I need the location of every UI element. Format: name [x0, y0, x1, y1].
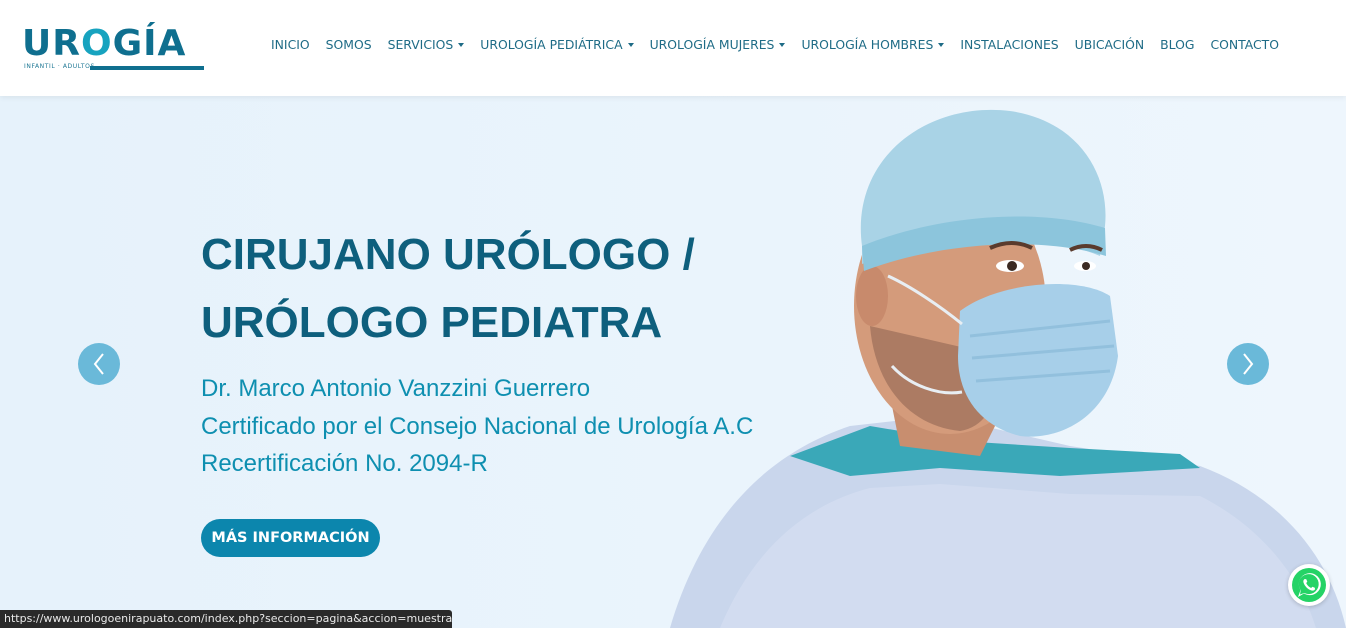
- caret-down-icon: [627, 43, 634, 47]
- hero-headline: CIRUJANO URÓLOGO / URÓLOGO PEDIATRA: [201, 221, 761, 357]
- nav-label: UROLOGÍA MUJERES: [649, 37, 775, 52]
- logo-tagline: INFANTIL · ADULTOS: [24, 63, 95, 70]
- carousel-prev-button[interactable]: [78, 343, 120, 385]
- nav-label: UBICACIÓN: [1074, 37, 1145, 52]
- nav-label: INICIO: [271, 37, 310, 52]
- nav-label: INSTALACIONES: [960, 37, 1059, 52]
- nav-label: UROLOGÍA HOMBRES: [801, 37, 934, 52]
- caret-down-icon: [458, 43, 465, 47]
- doctor-name: Dr. Marco Antonio Vanzzini Guerrero: [201, 375, 591, 402]
- nav-item-ubicacion[interactable]: UBICACIÓN: [1075, 36, 1144, 54]
- recertification-text: Recertificación No. 2094-R: [201, 450, 488, 477]
- hero-slider: CIRUJANO URÓLOGO / URÓLOGO PEDIATRA Dr. …: [0, 96, 1346, 628]
- nav-item-servicios[interactable]: SERVICIOS: [388, 36, 465, 54]
- caret-down-icon: [938, 43, 945, 47]
- nav-label: UROLOGÍA PEDIÁTRICA: [480, 37, 623, 52]
- more-info-button[interactable]: MÁS INFORMACIÓN: [201, 519, 380, 557]
- headline-line-2: URÓLOGO PEDIATRA: [201, 298, 663, 347]
- nav-item-urologia-pediatrica[interactable]: UROLOGÍA PEDIÁTRICA: [480, 36, 634, 54]
- nav-item-urologia-hombres[interactable]: UROLOGÍA HOMBRES: [801, 36, 945, 54]
- certification-text: Certificado por el Consejo Nacional de U…: [201, 413, 754, 440]
- nav-item-inicio[interactable]: INICIO: [271, 36, 310, 54]
- site-header: UROGÍA INFANTIL · ADULTOS INICIO SOMOS S…: [0, 0, 1346, 96]
- logo-wordmark: UROGÍA: [22, 23, 187, 64]
- carousel-next-button[interactable]: [1227, 343, 1269, 385]
- whatsapp-icon: [1292, 568, 1326, 602]
- nav-item-instalaciones[interactable]: INSTALACIONES: [960, 36, 1058, 54]
- headline-line-1: CIRUJANO URÓLOGO /: [201, 230, 695, 279]
- logo-underline: [90, 66, 204, 70]
- nav-label: BLOG: [1160, 37, 1195, 52]
- caret-down-icon: [779, 43, 786, 47]
- nav-item-blog[interactable]: BLOG: [1160, 36, 1194, 54]
- chevron-right-icon: [1243, 353, 1254, 375]
- whatsapp-button[interactable]: [1288, 564, 1330, 606]
- nav-label: CONTACTO: [1210, 37, 1279, 52]
- chevron-left-icon: [93, 353, 104, 375]
- site-logo[interactable]: UROGÍA INFANTIL · ADULTOS: [22, 22, 204, 74]
- nav-label: SERVICIOS: [387, 37, 454, 52]
- main-nav: INICIO SOMOS SERVICIOS UROLOGÍA PEDIÁTRI…: [271, 36, 1295, 54]
- nav-item-urologia-mujeres[interactable]: UROLOGÍA MUJERES: [650, 36, 786, 54]
- nav-label: SOMOS: [325, 37, 372, 52]
- nav-item-contacto[interactable]: CONTACTO: [1210, 36, 1279, 54]
- browser-status-url: https://www.urologoenirapuato.com/index.…: [0, 610, 452, 628]
- nav-item-somos[interactable]: SOMOS: [326, 36, 372, 54]
